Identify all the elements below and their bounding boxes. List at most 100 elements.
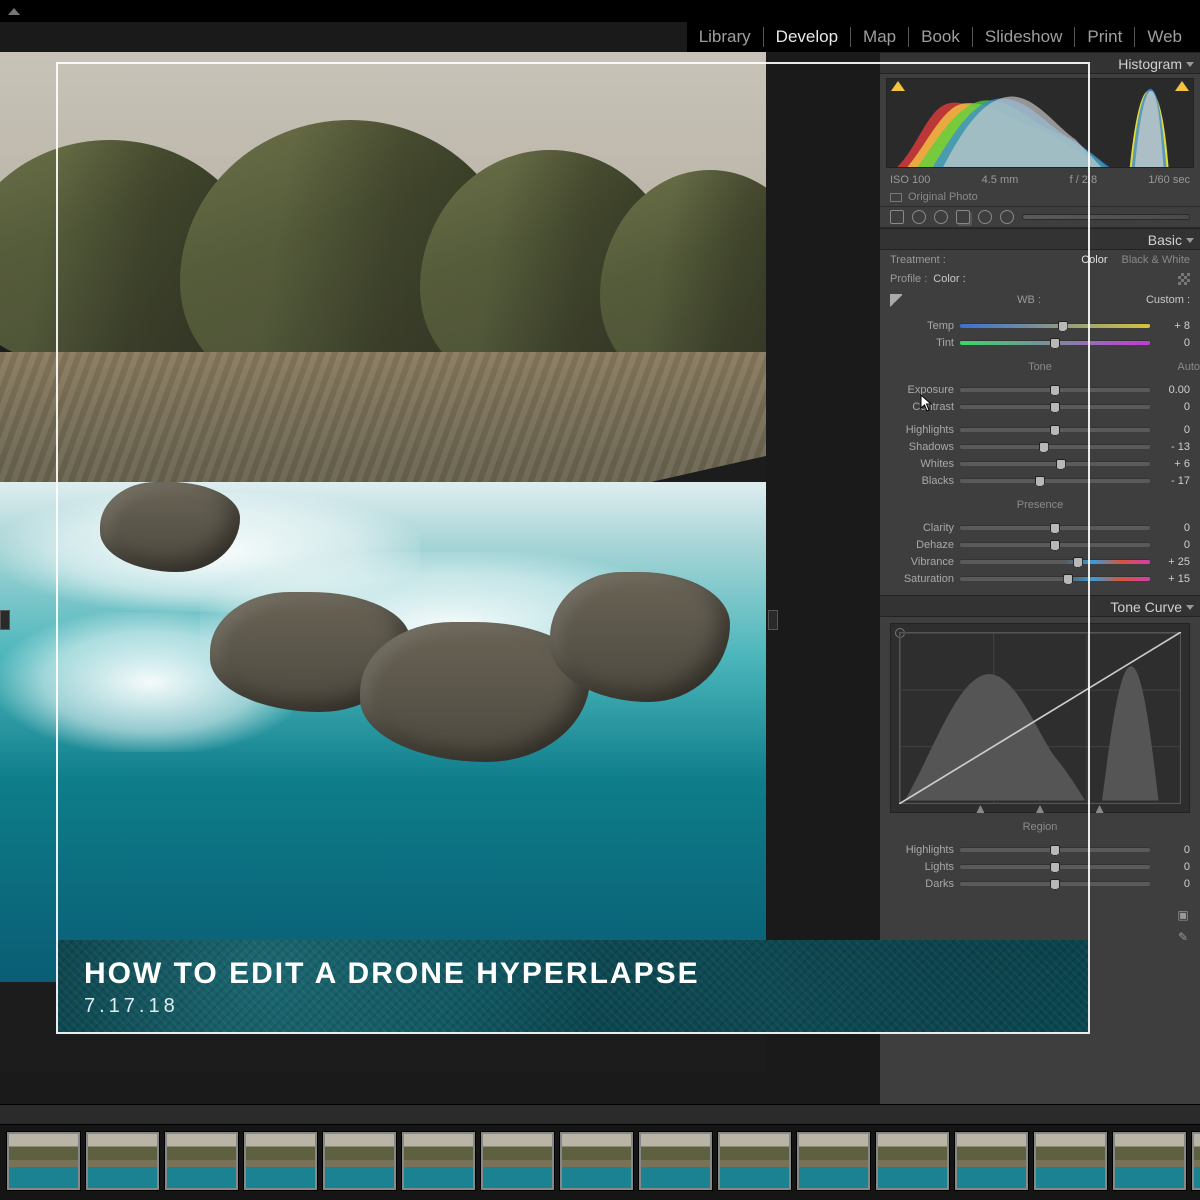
tc-highlights-knob[interactable]: [1050, 845, 1060, 856]
vibrance-slider[interactable]: Vibrance + 25: [890, 553, 1190, 570]
tc-highlights-slider[interactable]: Highlights 0: [890, 841, 1190, 858]
contrast-slider[interactable]: Contrast 0: [890, 398, 1190, 415]
filmstrip-thumb[interactable]: [717, 1131, 792, 1191]
wb-value[interactable]: Custom :: [1146, 294, 1190, 308]
shadows-knob[interactable]: [1039, 442, 1049, 453]
filmstrip-thumb[interactable]: [480, 1131, 555, 1191]
tc-darks-slider[interactable]: Darks 0: [890, 875, 1190, 892]
histogram-display[interactable]: [886, 78, 1194, 168]
module-slideshow[interactable]: Slideshow: [973, 27, 1076, 47]
module-develop[interactable]: Develop: [764, 27, 851, 47]
whites-slider[interactable]: Whites + 6: [890, 455, 1190, 472]
original-photo-toggle[interactable]: Original Photo: [880, 188, 1200, 206]
tc-darks-knob[interactable]: [1050, 879, 1060, 890]
exposure-label: Exposure: [890, 384, 954, 396]
dehaze-value: 0: [1156, 539, 1190, 551]
tonecurve-display[interactable]: [890, 623, 1190, 813]
saturation-slider[interactable]: Saturation + 15: [890, 570, 1190, 587]
temp-slider[interactable]: Temp + 8: [890, 317, 1190, 334]
temp-knob[interactable]: [1058, 321, 1068, 332]
redeye-tool-icon[interactable]: [934, 210, 948, 224]
filmstrip-thumbs[interactable]: [0, 1125, 1200, 1200]
tc-highlights-value: 0: [1156, 844, 1190, 856]
filmstrip-thumb[interactable]: [243, 1131, 318, 1191]
module-switcher: Library Develop Map Book Slideshow Print…: [687, 22, 1200, 52]
tint-knob[interactable]: [1050, 338, 1060, 349]
temp-label: Temp: [890, 320, 954, 332]
filmstrip-thumb[interactable]: [401, 1131, 476, 1191]
histogram-panel-header[interactable]: Histogram: [880, 52, 1200, 74]
radial-tool-icon[interactable]: [978, 210, 992, 224]
basic-panel-header[interactable]: Basic: [880, 228, 1200, 250]
crop-tool-icon[interactable]: [890, 210, 904, 224]
auto-tone-button[interactable]: Auto: [1177, 359, 1200, 375]
contrast-knob[interactable]: [1050, 402, 1060, 413]
profile-value[interactable]: Color :: [933, 273, 965, 285]
treatment-bw[interactable]: Black & White: [1122, 254, 1190, 266]
saturation-knob[interactable]: [1063, 574, 1073, 585]
shadows-slider[interactable]: Shadows - 13: [890, 438, 1190, 455]
filmstrip-thumb[interactable]: [875, 1131, 950, 1191]
exposure-knob[interactable]: [1050, 385, 1060, 396]
overlay-title: HOW TO EDIT A DRONE HYPERLAPSE: [84, 957, 1062, 991]
panel-expand-icon[interactable]: [8, 8, 20, 15]
filmstrip-thumb[interactable]: [322, 1131, 397, 1191]
vibrance-value: + 25: [1156, 556, 1190, 568]
loupe-view[interactable]: [0, 52, 766, 1072]
filmstrip-toolbar[interactable]: [0, 1105, 1200, 1125]
tint-value: 0: [1156, 337, 1190, 349]
filmstrip-thumb[interactable]: [559, 1131, 634, 1191]
dehaze-slider[interactable]: Dehaze 0: [890, 536, 1190, 553]
filmstrip-thumb[interactable]: [796, 1131, 871, 1191]
whites-label: Whites: [890, 458, 954, 470]
blacks-slider[interactable]: Blacks - 17: [890, 472, 1190, 489]
filmstrip-thumb[interactable]: [1112, 1131, 1187, 1191]
wb-dropper-icon[interactable]: [890, 294, 902, 308]
filmstrip-thumb[interactable]: [638, 1131, 713, 1191]
tonecurve-region-markers[interactable]: [891, 805, 1189, 815]
treatment-color[interactable]: Color: [1081, 254, 1107, 266]
tc-lights-knob[interactable]: [1050, 862, 1060, 873]
module-library[interactable]: Library: [687, 27, 764, 47]
module-web[interactable]: Web: [1135, 27, 1194, 47]
left-panel-toggle-icon[interactable]: [0, 610, 10, 630]
spot-tool-icon[interactable]: [912, 210, 926, 224]
profile-browser-icon[interactable]: [1178, 273, 1190, 285]
highlights-knob[interactable]: [1050, 425, 1060, 436]
filmstrip-thumb[interactable]: [85, 1131, 160, 1191]
right-panel-toggle-icon[interactable]: [768, 610, 778, 630]
filmstrip-thumb[interactable]: [954, 1131, 1029, 1191]
tc-darks-value: 0: [1156, 878, 1190, 890]
exif-shutter: 1/60 sec: [1148, 174, 1190, 186]
contrast-label: Contrast: [890, 401, 954, 413]
brush-tool-icon[interactable]: [1000, 210, 1014, 224]
region-sliders: Highlights 0 Lights 0 Darks 0: [880, 835, 1200, 900]
module-map[interactable]: Map: [851, 27, 909, 47]
presence-header: Presence: [880, 497, 1200, 513]
filmstrip-thumb[interactable]: [6, 1131, 81, 1191]
filmstrip-thumb[interactable]: [1191, 1131, 1200, 1191]
vibrance-knob[interactable]: [1073, 557, 1083, 568]
tool-amount-slider[interactable]: [1022, 214, 1190, 220]
dehaze-knob[interactable]: [1050, 540, 1060, 551]
clarity-slider[interactable]: Clarity 0: [890, 519, 1190, 536]
module-print[interactable]: Print: [1075, 27, 1135, 47]
filmstrip-thumb[interactable]: [1033, 1131, 1108, 1191]
tint-slider[interactable]: Tint 0: [890, 334, 1190, 351]
tc-darks-label: Darks: [890, 878, 954, 890]
filmstrip[interactable]: [0, 1104, 1200, 1200]
treatment-label: Treatment :: [890, 254, 946, 266]
tc-lights-slider[interactable]: Lights 0: [890, 858, 1190, 875]
exposure-slider[interactable]: Exposure 0.00: [890, 381, 1190, 398]
clarity-knob[interactable]: [1050, 523, 1060, 534]
blacks-knob[interactable]: [1035, 476, 1045, 487]
panel-switch-icon[interactable]: ▣: [1174, 906, 1192, 924]
tonecurve-panel-header[interactable]: Tone Curve: [880, 595, 1200, 617]
gradient-tool-icon[interactable]: [956, 210, 970, 224]
exif-iso: ISO 100: [890, 174, 930, 186]
filmstrip-thumb[interactable]: [164, 1131, 239, 1191]
highlights-slider[interactable]: Highlights 0: [890, 421, 1190, 438]
module-book[interactable]: Book: [909, 27, 973, 47]
whites-knob[interactable]: [1056, 459, 1066, 470]
panel-brush-icon[interactable]: ✎: [1174, 928, 1192, 946]
